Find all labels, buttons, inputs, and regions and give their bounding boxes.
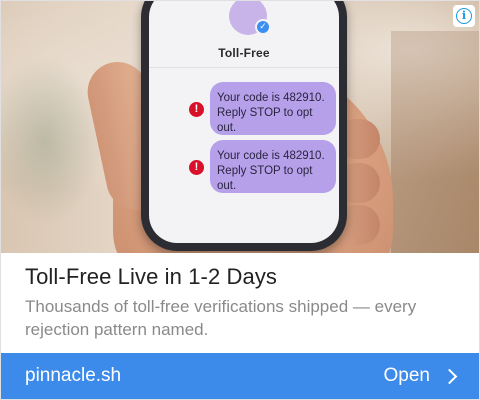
contact-name: Toll-Free [218, 46, 270, 60]
open-button-label: Open [383, 365, 430, 386]
verified-badge-icon: ✓ [255, 19, 271, 35]
phone-screen: ✓ Toll-Free ! Your code is 482910. Reply… [149, 1, 339, 243]
open-button[interactable]: Open [383, 365, 458, 387]
background-shelf [391, 31, 479, 253]
message-text-line: Your code is 482910. [217, 92, 325, 104]
cta-bar[interactable]: pinnacle.sh Open [1, 353, 479, 399]
error-icon: ! [189, 102, 204, 117]
screen-divider [149, 67, 339, 68]
message-bubble: Your code is 482910. Reply STOP to opt o… [210, 82, 336, 135]
chevron-right-icon [441, 368, 458, 384]
ad-headline[interactable]: Toll-Free Live in 1-2 Days [25, 264, 277, 290]
info-icon: i [456, 8, 472, 24]
ad-info-button[interactable]: i [453, 5, 475, 27]
ad-description[interactable]: Thousands of toll-free verifications shi… [25, 295, 455, 341]
error-icon: ! [189, 160, 204, 175]
message-text-line: Reply STOP to opt out. [217, 107, 313, 134]
display-ad[interactable]: ✓ Toll-Free ! Your code is 482910. Reply… [0, 0, 480, 400]
advertiser-domain[interactable]: pinnacle.sh [25, 365, 121, 387]
message-bubble: Your code is 482910. Reply STOP to opt o… [210, 140, 336, 193]
message-text-line: Reply STOP to opt out. [217, 165, 313, 192]
message-text-line: Your code is 482910. [217, 150, 325, 162]
phone-mockup: ✓ Toll-Free ! Your code is 482910. Reply… [141, 1, 347, 251]
ad-hero-image[interactable]: ✓ Toll-Free ! Your code is 482910. Reply… [1, 1, 479, 253]
